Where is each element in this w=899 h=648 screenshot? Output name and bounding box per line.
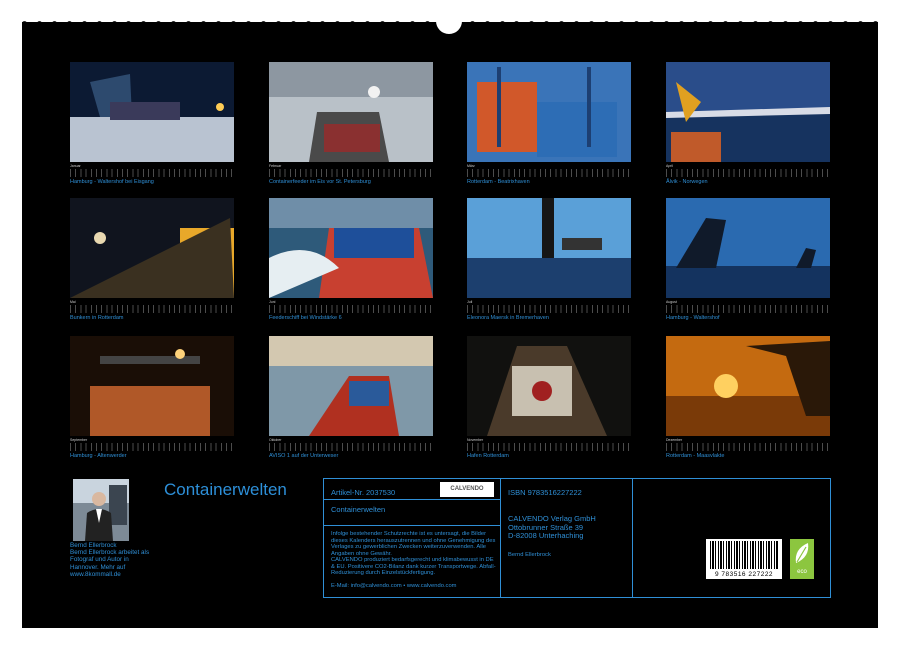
month-photo (467, 62, 631, 162)
month-tile: August Hamburg - Waltershof (666, 198, 830, 321)
info-box: Artikel-Nr. 2037530 CALVENDO Containerwe… (323, 478, 831, 598)
month-tile: April Ålvik - Norwegen (666, 62, 830, 185)
month-photo (269, 198, 433, 298)
photo-caption: Rotterdam - Maasvlakte (666, 453, 830, 459)
info-divider (632, 479, 633, 597)
mini-calendar: Februar (269, 164, 433, 178)
month-tile: März Rotterdam - Beatrixhaven (467, 62, 631, 185)
month-tile: Juli Eleonora Maersk in Bremerhaven (467, 198, 631, 321)
month-name: September (70, 438, 87, 442)
month-name: Januar (70, 164, 81, 168)
mini-calendar: September (70, 438, 234, 452)
photo-caption: Hamburg - Altenwerder (70, 453, 234, 459)
month-tile: Mai Bunkern in Rotterdam (70, 198, 234, 321)
day-grid (467, 169, 631, 177)
day-grid (666, 169, 830, 177)
publisher-line: D-82008 Unterhaching (508, 532, 596, 541)
photo-caption: AVISO 1 auf der Unterweser (269, 453, 433, 459)
day-grid (666, 305, 830, 313)
month-tile: Oktober AVISO 1 auf der Unterweser (269, 336, 433, 459)
author-description: Bernd Ellerbrock arbeitet als Fotograf u… (70, 549, 158, 578)
month-photo (269, 336, 433, 436)
mini-calendar: August (666, 300, 830, 314)
barcode: 9 783516 227222 (706, 539, 782, 579)
mini-calendar: Mai (70, 300, 234, 314)
contact-line: E-Mail: info@calvendo.com • www.calvendo… (331, 583, 497, 590)
month-photo (666, 336, 830, 436)
month-photo (70, 336, 234, 436)
month-tile: Dezember Rotterdam - Maasvlakte (666, 336, 830, 459)
month-name: Dezember (666, 438, 682, 442)
photo-caption: Hamburg - Waltershof bei Eisgang (70, 179, 234, 185)
month-name: Mai (70, 300, 76, 304)
month-photo (467, 198, 631, 298)
month-photo (70, 198, 234, 298)
photo-caption: Ålvik - Norwegen (666, 179, 830, 185)
leaf-icon (790, 539, 814, 567)
month-name: Oktober (269, 438, 281, 442)
article-number: Artikel-Nr. 2037530 (331, 488, 395, 497)
photo-caption: Containerfeeder im Eis vor St. Petersbur… (269, 179, 433, 185)
mini-calendar: Dezember (666, 438, 830, 452)
info-divider (500, 479, 501, 597)
eco-label: eco (790, 569, 814, 575)
author-name: Bernd Ellerbrock (70, 542, 158, 549)
month-name: März (467, 164, 475, 168)
author-bio: Bernd Ellerbrock Bernd Ellerbrock arbeit… (70, 542, 158, 578)
day-grid (269, 169, 433, 177)
info-divider (632, 479, 633, 480)
day-grid (70, 305, 234, 313)
month-tile: September Hamburg - Altenwerder (70, 336, 234, 459)
photo-caption: Eleonora Maersk in Bremerhaven (467, 315, 631, 321)
info-divider (324, 499, 500, 500)
month-name: Juli (467, 300, 472, 304)
month-photo (666, 62, 830, 162)
month-name: Februar (269, 164, 281, 168)
mini-calendar: November (467, 438, 631, 452)
day-grid (467, 305, 631, 313)
mini-calendar: Oktober (269, 438, 433, 452)
legal-notice: Infolge bestehender Schutzrechte ist es … (331, 531, 497, 557)
month-photo (467, 336, 631, 436)
mini-calendar: April (666, 164, 830, 178)
author-portrait (73, 479, 129, 541)
info-title: Containerwelten (331, 505, 385, 514)
month-name: November (467, 438, 483, 442)
eco-notice: CALVENDO produziert bedarfsgerecht und k… (331, 557, 497, 577)
mini-calendar: Juli (467, 300, 631, 314)
photo-caption: Feederschiff bei Windstärke 6 (269, 315, 433, 321)
month-name: April (666, 164, 673, 168)
photo-caption: Hamburg - Waltershof (666, 315, 830, 321)
month-tile: Juni Feederschiff bei Windstärke 6 (269, 198, 433, 321)
month-tile: November Hafen Rotterdam (467, 336, 631, 459)
photo-caption: Rotterdam - Beatrixhaven (467, 179, 631, 185)
month-photo (269, 62, 433, 162)
barcode-number: 9 783516 227222 (706, 571, 782, 578)
month-photo (666, 198, 830, 298)
eco-badge: eco (790, 539, 814, 579)
photo-caption: Hafen Rotterdam (467, 453, 631, 459)
barcode-bars (710, 541, 778, 569)
day-grid (666, 443, 830, 451)
publisher-address: CALVENDO Verlag GmbH Ottobrunner Straße … (508, 515, 596, 541)
mini-calendar: Januar (70, 164, 234, 178)
month-tile: Februar Containerfeeder im Eis vor St. Pe… (269, 62, 433, 185)
isbn: ISBN 9783516227222 (508, 488, 582, 497)
day-grid (467, 443, 631, 451)
month-tile: Januar Hamburg - Waltershof bei Eisgang (70, 62, 234, 185)
day-grid (269, 305, 433, 313)
calendar-title: Containerwelten (164, 480, 287, 500)
day-grid (269, 443, 433, 451)
author-credit: Bernd Ellerbrock (508, 552, 551, 559)
day-grid (70, 443, 234, 451)
mini-calendar: März (467, 164, 631, 178)
month-photo (70, 62, 234, 162)
mini-calendar: Juni (269, 300, 433, 314)
month-name: Juni (269, 300, 275, 304)
month-name: August (666, 300, 677, 304)
day-grid (70, 169, 234, 177)
calvendo-logo: CALVENDO (440, 482, 494, 497)
photo-caption: Bunkern in Rotterdam (70, 315, 234, 321)
info-divider (324, 525, 500, 526)
